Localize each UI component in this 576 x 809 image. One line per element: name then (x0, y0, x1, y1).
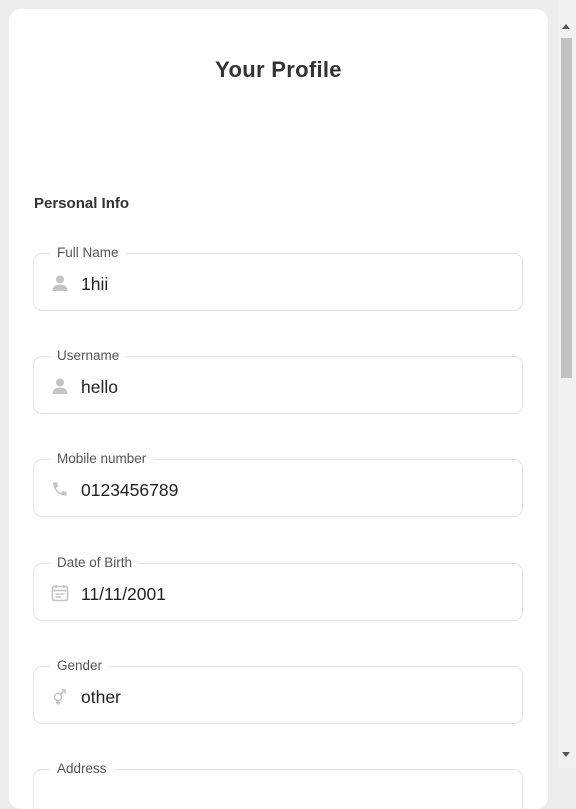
vertical-scrollbar[interactable] (558, 0, 576, 768)
page-title: Your Profile (215, 57, 342, 82)
scrollbar-thumb[interactable] (561, 38, 572, 378)
phone-icon (51, 480, 69, 498)
full-name-field[interactable]: Full Name 1hii (33, 244, 523, 311)
address-field[interactable]: Address (33, 760, 523, 809)
username-label: Username (50, 347, 127, 365)
full-name-input[interactable]: 1hii (81, 273, 108, 295)
username-input[interactable]: hello (81, 376, 118, 398)
person-icon (51, 274, 69, 292)
date-of-birth-label: Date of Birth (50, 554, 140, 572)
address-label: Address (50, 760, 114, 778)
mobile-number-field[interactable]: Mobile number 0123456789 (33, 450, 523, 517)
section-title-personal-info: Personal Info (34, 195, 130, 212)
scroll-up-arrow-icon[interactable] (562, 24, 570, 29)
gender-label: Gender (50, 657, 110, 675)
calendar-icon (51, 584, 69, 602)
mobile-number-label: Mobile number (50, 450, 154, 468)
date-of-birth-field[interactable]: Date of Birth 11/11/2001 (33, 554, 523, 621)
gender-field[interactable]: Gender other (33, 657, 523, 724)
profile-page: Your Profile Personal Info Full Name 1hi… (9, 9, 548, 809)
person-icon (51, 377, 69, 395)
mobile-number-input[interactable]: 0123456789 (81, 479, 178, 501)
date-of-birth-input[interactable]: 11/11/2001 (81, 583, 166, 605)
gender-icon (51, 687, 69, 705)
username-field[interactable]: Username hello (33, 347, 523, 414)
scroll-down-arrow-icon[interactable] (562, 752, 570, 757)
full-name-label: Full Name (50, 244, 126, 262)
gender-input[interactable]: other (81, 686, 121, 708)
